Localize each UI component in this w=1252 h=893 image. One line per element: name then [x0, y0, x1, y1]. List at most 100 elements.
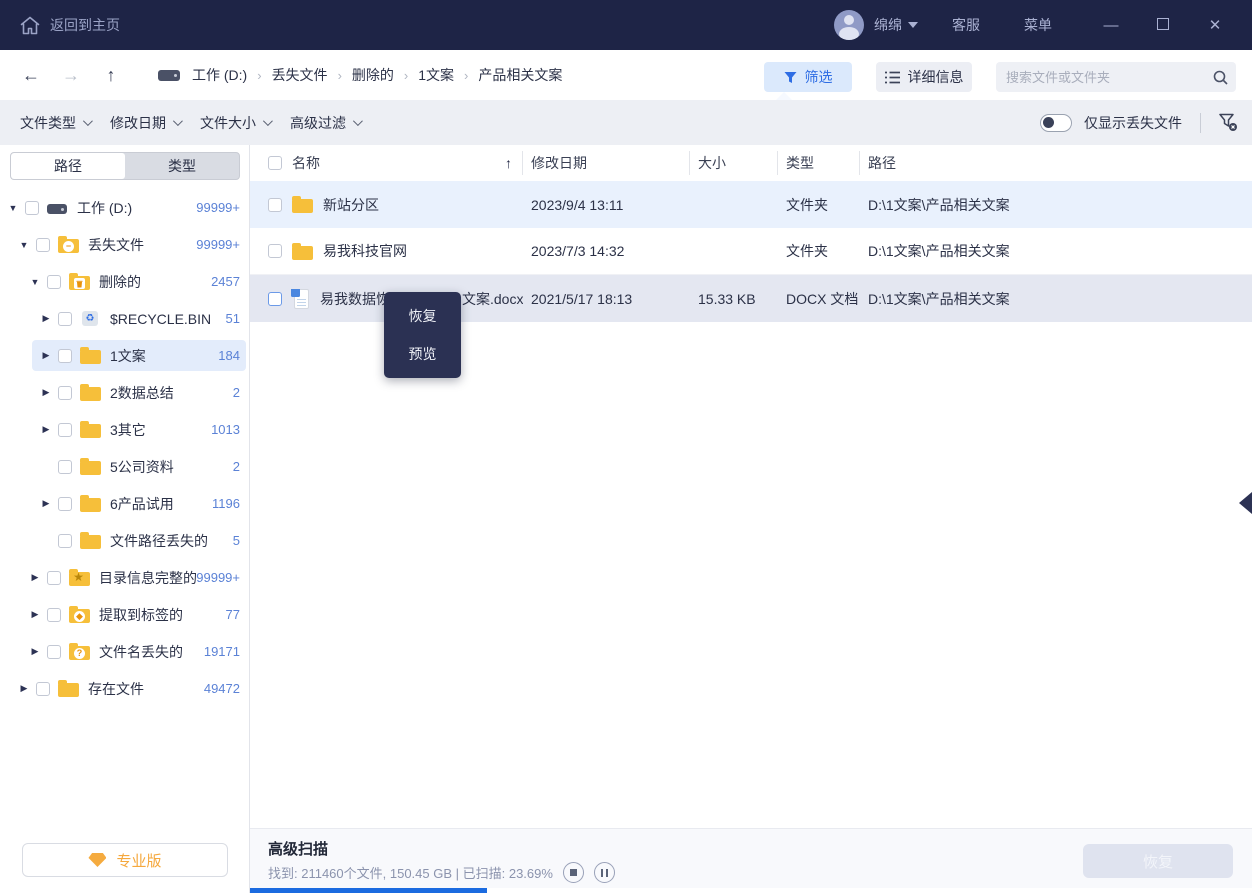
details-button[interactable]: 详细信息: [876, 62, 972, 92]
filter-button[interactable]: 筛选: [764, 62, 852, 92]
breadcrumb-item[interactable]: 工作 (D:): [190, 65, 249, 85]
collapse-panel-handle[interactable]: [1239, 492, 1252, 514]
clear-filter-icon[interactable]: [1219, 113, 1238, 132]
forward-button[interactable]: →: [60, 65, 82, 86]
tree-checkbox[interactable]: [58, 423, 72, 437]
tree-item-work-drive[interactable]: ▼ 工作 (D:) 99999+: [0, 189, 250, 226]
chevron-down-icon: [263, 116, 273, 126]
tree-item-2-data-summary[interactable]: ▶ 2数据总结 2: [0, 374, 250, 411]
tree-item-extracted-tags[interactable]: ▶ ◆ 提取到标签的 77: [0, 596, 250, 633]
tree-checkbox[interactable]: [36, 682, 50, 696]
maximize-icon: [1157, 18, 1169, 30]
tree-checkbox[interactable]: [36, 238, 50, 252]
tree-checkbox[interactable]: [47, 608, 61, 622]
dropdown-file-type[interactable]: 文件类型: [20, 113, 90, 133]
column-header-path[interactable]: 路径: [860, 153, 1252, 173]
tree-item-3-others[interactable]: ▶ 3其它 1013: [0, 411, 250, 448]
breadcrumb-item[interactable]: 丢失文件: [270, 65, 330, 85]
home-icon: [20, 16, 40, 35]
tree-item-5-company-files[interactable]: 5公司资料 2: [0, 448, 250, 485]
tree-checkbox[interactable]: [25, 201, 39, 215]
menu-link[interactable]: 菜单: [1024, 15, 1052, 35]
scan-progress-fill: [250, 888, 487, 893]
column-header-type[interactable]: 类型: [778, 151, 860, 175]
dropdown-file-size[interactable]: 文件大小: [200, 113, 270, 133]
column-header-date[interactable]: 修改日期: [523, 151, 690, 175]
expand-icon[interactable]: ▼: [6, 203, 20, 213]
search-icon[interactable]: [1213, 70, 1236, 85]
table-row[interactable]: 易我科技官网 2023/7/3 14:32 文件夹 D:\1文案\产品相关文案: [250, 228, 1252, 275]
expand-icon[interactable]: ▶: [39, 313, 53, 324]
expand-icon[interactable]: ▶: [28, 609, 42, 620]
sort-ascending-icon[interactable]: ↑: [505, 155, 512, 171]
tree-item-recycle-bin[interactable]: ▶ ♻ $RECYCLE.BIN 51: [0, 300, 250, 337]
expand-icon[interactable]: ▼: [17, 240, 31, 250]
tree-checkbox[interactable]: [58, 349, 72, 363]
expand-icon[interactable]: ▶: [28, 572, 42, 583]
tree-item-filename-lost[interactable]: ▶ ? 文件名丢失的 19171: [0, 633, 250, 670]
column-header-name[interactable]: 名称: [292, 153, 320, 173]
search-input[interactable]: [996, 70, 1213, 85]
breadcrumb-item[interactable]: 产品相关文案: [476, 65, 564, 85]
toggle-label: 仅显示丢失文件: [1084, 113, 1182, 133]
expand-icon[interactable]: ▶: [17, 683, 31, 694]
row-checkbox[interactable]: [268, 244, 282, 258]
row-checkbox[interactable]: [268, 198, 282, 212]
tree-item-6-product-trial[interactable]: ▶ 6产品试用 1196: [0, 485, 250, 522]
tree-checkbox[interactable]: [58, 534, 72, 548]
tree-checkbox[interactable]: [58, 497, 72, 511]
pause-scan-button[interactable]: [594, 862, 615, 883]
row-checkbox[interactable]: [268, 292, 282, 306]
close-button[interactable]: ✕: [1200, 16, 1230, 34]
tree-checkbox[interactable]: [58, 460, 72, 474]
file-type: 文件夹: [778, 241, 860, 261]
dropdown-label: 文件大小: [200, 113, 256, 133]
upgrade-pro-button[interactable]: 专业版: [22, 843, 228, 877]
tree-item-existing-files[interactable]: ▶ 存在文件 49472: [0, 670, 250, 707]
expand-icon[interactable]: ▶: [39, 498, 53, 509]
tree-item-deleted[interactable]: ▼ 删除的 2457: [0, 263, 250, 300]
username[interactable]: 绵绵: [874, 15, 902, 35]
tree-checkbox[interactable]: [47, 571, 61, 585]
support-link[interactable]: 客服: [952, 15, 980, 35]
folder-tag-icon: ◆: [74, 611, 85, 622]
tab-type[interactable]: 类型: [125, 153, 239, 179]
tree-checkbox[interactable]: [47, 645, 61, 659]
expand-icon[interactable]: ▶: [39, 350, 53, 361]
expand-icon[interactable]: ▼: [28, 277, 42, 287]
tree-item-directory-complete[interactable]: ▶ ★ 目录信息完整的 99999+: [0, 559, 250, 596]
dropdown-modified-date[interactable]: 修改日期: [110, 113, 180, 133]
home-button[interactable]: 返回到主页: [20, 15, 120, 35]
tree-item-lost-files[interactable]: ▼ − 丢失文件 99999+: [0, 226, 250, 263]
scan-title: 高级扫描: [268, 838, 328, 859]
stop-scan-button[interactable]: [563, 862, 584, 883]
recover-button-disabled[interactable]: 恢复: [1083, 844, 1233, 878]
context-menu-item-recover[interactable]: 恢复: [384, 302, 461, 330]
breadcrumb-item[interactable]: 1文案: [416, 65, 456, 85]
file-name: 易我数据恢: [320, 289, 390, 309]
breadcrumb-item[interactable]: 删除的: [350, 65, 396, 85]
minimize-button[interactable]: —: [1096, 17, 1126, 34]
lost-files-only-toggle[interactable]: [1040, 114, 1072, 132]
tree-checkbox[interactable]: [58, 312, 72, 326]
dropdown-advanced-filter[interactable]: 高级过滤: [290, 113, 360, 133]
expand-icon[interactable]: ▶: [28, 646, 42, 657]
folder-icon: [80, 387, 101, 401]
user-dropdown-icon[interactable]: [908, 22, 918, 28]
context-menu-item-preview[interactable]: 预览: [384, 340, 461, 368]
expand-icon[interactable]: ▶: [39, 387, 53, 398]
table-row[interactable]: 新站分区 2023/9/4 13:11 文件夹 D:\1文案\产品相关文案: [250, 181, 1252, 228]
up-button[interactable]: ↑: [100, 65, 122, 86]
maximize-button[interactable]: [1148, 17, 1178, 34]
tree-item-path-lost[interactable]: 文件路径丢失的 5: [0, 522, 250, 559]
user-avatar[interactable]: [834, 10, 864, 40]
select-all-checkbox[interactable]: [268, 156, 282, 170]
tab-path[interactable]: 路径: [11, 153, 125, 179]
tree-checkbox[interactable]: [58, 386, 72, 400]
column-header-size[interactable]: 大小: [690, 151, 778, 175]
scan-progress-track: [250, 888, 1252, 893]
back-button[interactable]: ←: [20, 65, 42, 86]
tree-checkbox[interactable]: [47, 275, 61, 289]
expand-icon[interactable]: ▶: [39, 424, 53, 435]
tree-item-1-copywriting[interactable]: ▶ 1文案 184: [0, 337, 250, 374]
